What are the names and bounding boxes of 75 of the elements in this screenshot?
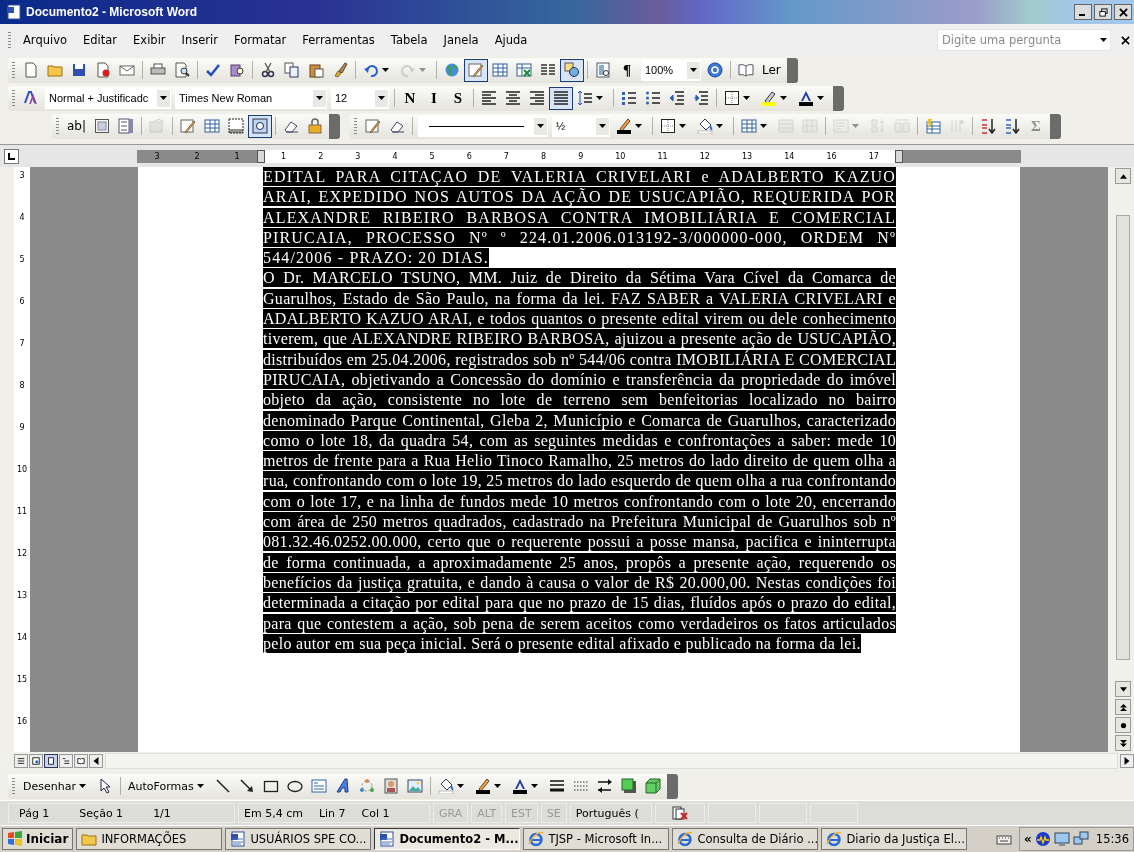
ruler-number: 11: [657, 151, 668, 161]
ruler-number: 8: [19, 381, 25, 390]
ruler-number: 3: [355, 151, 361, 161]
ruler-number: 3: [154, 151, 160, 161]
ruler-number: 2: [318, 151, 324, 161]
combo-box[interactable]: ½: [552, 115, 610, 137]
ruler-number: 14: [16, 633, 28, 642]
taskbar-button[interactable]: TJSP - Microsoft In...: [523, 828, 670, 850]
section-number: Seção 1: [79, 806, 124, 820]
taskbar-button[interactable]: Documento2 - M...: [374, 828, 521, 850]
ruler-number: 3: [19, 171, 25, 180]
ruler-number: 15: [16, 675, 28, 684]
ruler-number: 14: [784, 151, 795, 161]
combo-box[interactable]: 12: [331, 87, 389, 109]
ruler-number: 7: [503, 151, 509, 161]
toolbar-button[interactable]: I: [422, 86, 446, 110]
window-title: Documento2 - Microsoft Word: [26, 5, 198, 19]
line-number: Lin 7: [318, 806, 346, 820]
combo-box[interactable]: Times New Roman: [175, 87, 327, 109]
ruler-number: 9: [578, 151, 584, 161]
toolbar-button[interactable]: Desenhar: [19, 774, 93, 798]
show-hidden-icons-button[interactable]: «: [1024, 832, 1032, 846]
clock: 15:36: [1095, 832, 1129, 846]
ruler-number: 7: [19, 339, 25, 348]
ruler-number: 6: [466, 151, 472, 161]
page-number: Pág 1: [19, 806, 50, 820]
ruler-number: 11: [16, 507, 28, 516]
ruler-number: 1: [281, 151, 287, 161]
menu-item[interactable]: Editar: [75, 31, 126, 49]
toolbar-button[interactable]: Ler: [758, 58, 785, 82]
menu-item[interactable]: Ajuda: [486, 31, 536, 49]
ruler-number: 13: [16, 591, 28, 600]
taskbar-button[interactable]: Diario da Justiça El...: [821, 828, 968, 850]
ruler-number: 1: [234, 151, 240, 161]
page-count: 1/1: [153, 806, 171, 820]
taskbar-button[interactable]: Consulta de Diário ...: [672, 828, 819, 850]
toolbar-button[interactable]: ab|: [63, 114, 90, 138]
ruler-number: 12: [16, 549, 28, 558]
ruler-number: 16: [826, 151, 837, 161]
paragraph: EDITAL PARA CITAÇAO DE VALERIA CRIVELARI e ADALBERTO KAZUO ARAI, EXPEDIDO NOS AUTOS DA AÇÃO DE USUCAPIÃO, REQUERIDA POR ALEXANDRE RIBEIRO BARBOSA CONTRA IMOBILIÁRIA E COMERCIAL PIRUCAIA, PROCESSO Nº º 224.01.2006.013192-3/000000-000, ORDEM Nº 544/2006 - PRAZO: 20 DIAS.: [263, 167, 896, 269]
toolbar-button[interactable]: AutoFormas: [123, 774, 211, 798]
menu-item[interactable]: Arquivo: [15, 31, 76, 49]
menu-item[interactable]: Formatar: [226, 31, 295, 49]
ruler-number: 17: [868, 151, 879, 161]
menu-item[interactable]: Tabela: [382, 31, 436, 49]
ruler-number: 9: [19, 423, 25, 432]
ruler-number: 12: [699, 151, 710, 161]
ruler-number: 6: [19, 297, 25, 306]
ruler-number: 2: [194, 151, 200, 161]
combo-box[interactable]: Normal + Justificadc: [45, 87, 171, 109]
toolbar-button[interactable]: ¶: [615, 58, 639, 82]
ruler-number: 5: [19, 255, 25, 264]
ruler-number: 5: [429, 151, 435, 161]
ruler-number: 13: [742, 151, 753, 161]
ruler-number: 10: [16, 465, 28, 474]
menu-item[interactable]: Exibir: [125, 31, 174, 49]
menu-item[interactable]: Inserir: [173, 31, 226, 49]
toolbar-button[interactable]: S: [446, 86, 470, 110]
ruler-number: 10: [615, 151, 626, 161]
language-indicator: Português (: [569, 803, 652, 823]
cursor-position: Em 5,4 cm: [244, 806, 303, 820]
ruler-number: 4: [392, 151, 398, 161]
start-button[interactable]: Iniciar: [2, 828, 74, 850]
taskbar-button[interactable]: USUÁRIOS SPE CO...: [225, 828, 372, 850]
ruler-number: 8: [541, 151, 547, 161]
help-search-field[interactable]: Digite uma pergunta: [937, 29, 1111, 51]
taskbar-button[interactable]: INFORMAÇÕES: [76, 828, 223, 850]
ruler-number: 4: [19, 213, 25, 222]
combo-box[interactable]: 100%: [641, 59, 701, 81]
menu-item[interactable]: Janela: [435, 31, 487, 49]
paragraph: O Dr. MARCELO TSUNO, MM. Juiz de Direito da Sétima Vara Cível da Comarca de Guarulhos, Estado de São Paulo, na forma da lei. FAZ SABER a VALERIA CRIVELARI e ADALBERTO KAZUO ARAI, e todos quantos o presente edital virem ou dele conhecimento tiverem, que ALEXANDRE RIBEIRO BARBOSA, ajuizou a presente ação de USUCAPIÃO, distribuídos em 25.04.2006, registrados sob nº 544/06 contra IMOBILIÁRIA E COMERCIAL PIRUCAIA, objetivando a Concessão do domínio e transferência da propriedade do imóvel objeto da ação, consistente no lote de terreno sem benfeitorias localizado no bairro denominado Parque Continental, Gleba 2, Município e Comarca de Guarulhos, caracterizado como o lote 18, da quadra 54, com as seguintes medidas e confrontações a saber: mede 10 metros de frente para a Rua Helio Tinoco Ramalho, 25 metros do lado direito de quem olha a rua, confrontando com o lote 19, 25 metros do lado esquerdo de quem olha a rua confrontando com o lote 17, e na linha de fundos mede 10 metros confrontando com o lote 20, encerrando com área de 250 metros quadrados, cadastrado na Prefeitura Municipal de Guarulhos sob nº 081.32.46.0252.00.000, certo que o requerente possui a posse mansa, pacifica e ininterrupta de forma continuada, a aproximadamente 25 anos, propôs a presente ação, requerendo os benefícios da justiça gratuita, e dando à causa o valor de R$ 20.000,00. Nestas condições foi determinada a citação por edital para que no prazo de 15 dias, fluídos após o prazo do edital, para que contestem a ação, sob pena de serem aceitos como verdadeiros os fatos articulados pelo autor em sua peça inicial. Será o presente edital afixado e publicado na forma da lei.: [263, 268, 896, 655]
column-number: Col 1: [361, 806, 390, 820]
ruler-number: 16: [16, 717, 28, 726]
toolbar-button[interactable]: N: [398, 86, 422, 110]
menu-item[interactable]: Ferramentas: [294, 31, 383, 49]
